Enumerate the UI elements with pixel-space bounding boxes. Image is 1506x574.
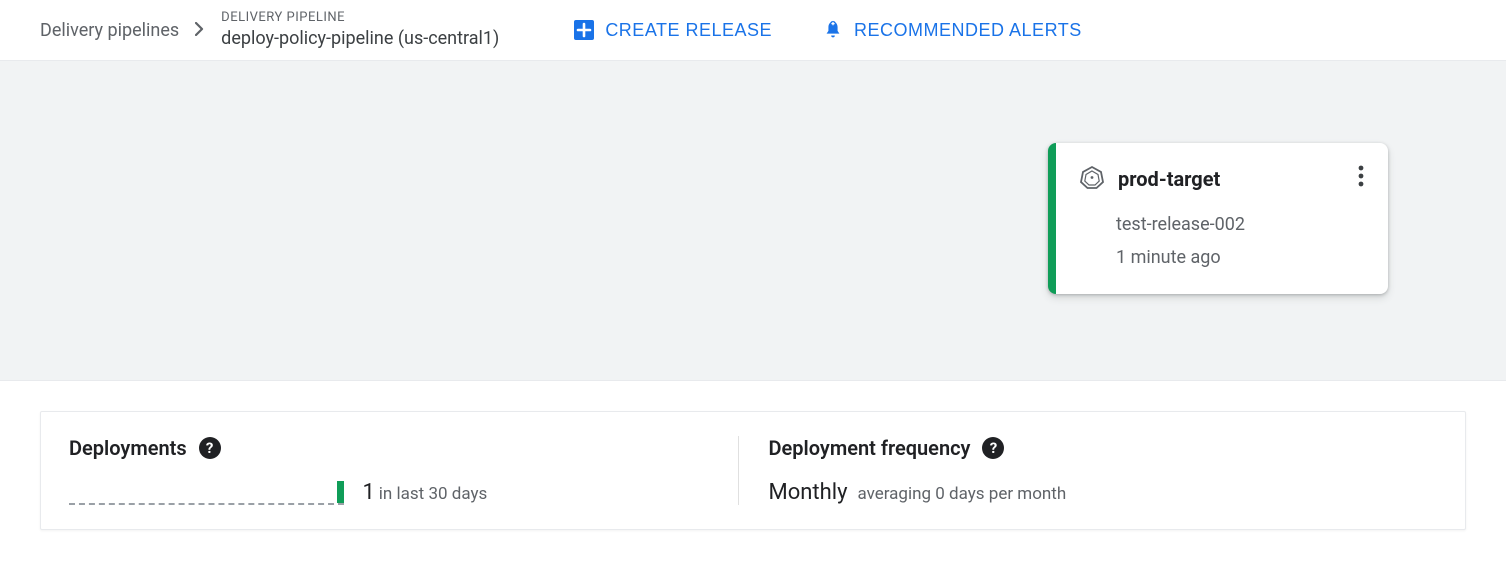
pipeline-caption: DELIVERY PIPELINE — [221, 10, 499, 27]
pipeline-identifier: DELIVERY PIPELINE deploy-policy-pipeline… — [221, 10, 499, 50]
deployments-title: Deployments — [69, 436, 187, 460]
deployments-count: 1 — [362, 480, 374, 505]
add-box-icon — [573, 19, 595, 41]
deployments-sparkline — [69, 483, 344, 505]
deployments-stat: Deployments ? 1 in last 30 days — [69, 436, 738, 505]
help-icon[interactable]: ? — [199, 437, 221, 459]
breadcrumb-root-link[interactable]: Delivery pipelines — [40, 20, 179, 41]
stats-panel: Deployments ? 1 in last 30 days Deployme… — [40, 411, 1466, 530]
create-release-label: CREATE RELEASE — [605, 20, 772, 41]
frequency-stat: Deployment frequency ? Monthly averaging… — [738, 436, 1438, 505]
frequency-primary: Monthly — [769, 480, 848, 505]
sparkline-bar — [337, 481, 344, 503]
target-release-time: 1 minute ago — [1116, 242, 1366, 274]
target-release-name: test-release-002 — [1116, 209, 1366, 241]
recommended-alerts-button[interactable]: RECOMMENDED ALERTS — [822, 19, 1082, 41]
frequency-suffix: averaging 0 days per month — [857, 484, 1066, 504]
chevron-right-icon — [195, 20, 205, 41]
help-icon[interactable]: ? — [982, 437, 1004, 459]
more-vert-icon — [1358, 170, 1364, 192]
recommended-alerts-label: RECOMMENDED ALERTS — [854, 20, 1082, 41]
target-card[interactable]: prod-target test-release-002 1 minute ag… — [1048, 143, 1388, 294]
action-bar: CREATE RELEASE RECOMMENDED ALERTS — [573, 19, 1081, 41]
pipeline-name: deploy-policy-pipeline (us-central1) — [221, 27, 499, 50]
target-card-header: prod-target — [1080, 163, 1366, 195]
alert-bell-icon — [822, 19, 844, 41]
pipeline-canvas[interactable]: prod-target test-release-002 1 minute ag… — [0, 61, 1506, 381]
target-title: prod-target — [1118, 167, 1342, 191]
frequency-title: Deployment frequency — [769, 436, 971, 460]
deployments-suffix: in last 30 days — [379, 484, 488, 504]
breadcrumb: Delivery pipelines DELIVERY PIPELINE dep… — [40, 10, 499, 50]
target-more-button[interactable] — [1356, 163, 1366, 195]
topbar: Delivery pipelines DELIVERY PIPELINE dep… — [0, 0, 1506, 61]
create-release-button[interactable]: CREATE RELEASE — [573, 19, 772, 41]
kubernetes-icon — [1080, 165, 1104, 193]
